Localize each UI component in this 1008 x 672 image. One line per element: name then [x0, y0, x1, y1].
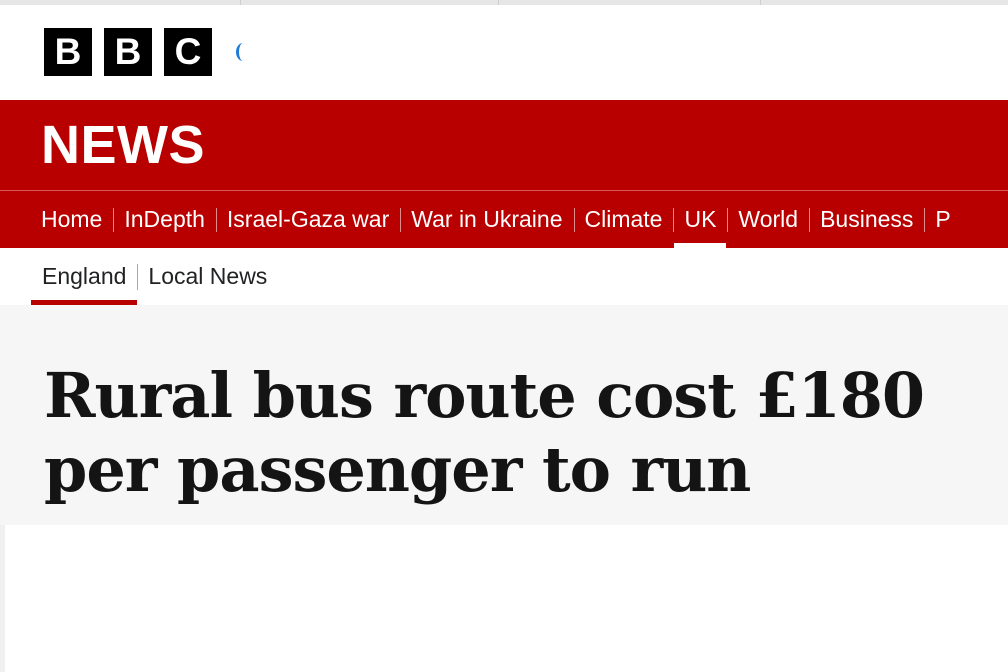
page-edge [0, 525, 5, 672]
nav-item-world[interactable]: World [727, 191, 809, 248]
primary-nav-list: Home InDepth Israel-Gaza war War in Ukra… [30, 191, 962, 248]
article-header: Rural bus route cost £180 per passenger … [0, 305, 1008, 525]
partial-account-icon[interactable] [236, 43, 250, 61]
subnav-item-local-news[interactable]: Local News [137, 248, 278, 305]
bbc-logo-letter: B [104, 28, 152, 76]
news-masthead: NEWS [0, 100, 1008, 190]
primary-nav: Home InDepth Israel-Gaza war War in Ukra… [0, 190, 1008, 248]
nav-item-truncated[interactable]: P [924, 191, 961, 248]
secondary-nav: England Local News [0, 248, 1008, 305]
bbc-logo-letter: B [44, 28, 92, 76]
nav-item-indepth[interactable]: InDepth [113, 191, 216, 248]
bbc-logo[interactable]: B B C [44, 28, 212, 76]
brand-header: B B C [0, 5, 1008, 100]
article-headline: Rural bus route cost £180 per passenger … [44, 359, 925, 506]
nav-item-climate[interactable]: Climate [573, 191, 674, 248]
nav-item-business[interactable]: Business [809, 191, 924, 248]
nav-item-israel-gaza-war[interactable]: Israel-Gaza war [215, 191, 400, 248]
nav-item-uk[interactable]: UK [673, 191, 727, 248]
news-title[interactable]: NEWS [41, 113, 205, 177]
article-body [0, 525, 1008, 672]
subnav-item-england[interactable]: England [31, 248, 138, 305]
nav-item-home[interactable]: Home [30, 191, 113, 248]
bbc-logo-letter: C [164, 28, 212, 76]
nav-item-war-in-ukraine[interactable]: War in Ukraine [400, 191, 573, 248]
secondary-nav-list: England Local News [31, 248, 278, 305]
